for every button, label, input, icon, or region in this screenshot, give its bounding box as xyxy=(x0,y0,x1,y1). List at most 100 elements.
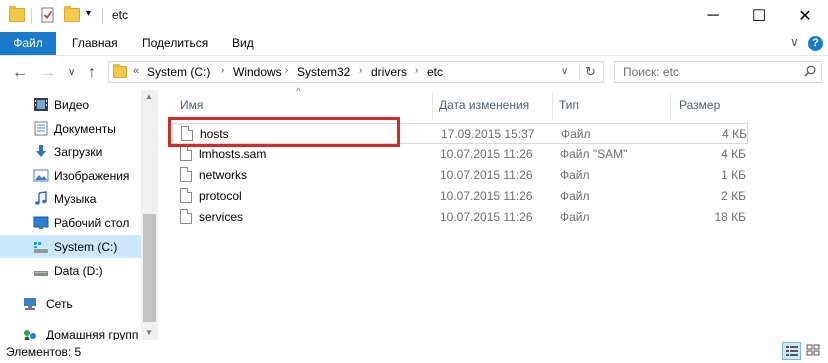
separator xyxy=(102,8,103,24)
documents-icon xyxy=(33,121,49,136)
sort-ascending-icon: ^ xyxy=(296,87,301,98)
file-row-lmhosts[interactable]: lmhosts.sam 10.07.2015 11:26 Файл "SAM" … xyxy=(172,144,748,165)
sidebar-item-label: Data (D:) xyxy=(54,264,103,278)
refresh-button[interactable]: ↻ xyxy=(585,64,596,80)
status-bar: Элементов: 5 xyxy=(0,340,828,363)
window-title: etc xyxy=(112,8,129,22)
file-name: protocol xyxy=(199,189,242,203)
homegroup-icon xyxy=(22,327,38,340)
navigation-bar: ← → ∨ ↑ « System (C:) › Windows › System… xyxy=(0,56,828,90)
file-date: 10.07.2015 11:26 xyxy=(440,189,533,203)
file-date: 10.07.2015 11:26 xyxy=(440,147,533,161)
folder-icon xyxy=(113,64,127,78)
tab-home[interactable]: Главная xyxy=(72,32,118,55)
new-folder-icon[interactable] xyxy=(64,6,80,22)
sidebar-item-pictures[interactable]: Изображения xyxy=(0,164,141,187)
search-icon[interactable] xyxy=(804,65,816,77)
breadcrumb-system-c[interactable]: System (C:) xyxy=(147,65,210,79)
navigation-pane: Видео Документы Загрузки Изображения Муз… xyxy=(0,90,158,340)
sidebar-item-data-d[interactable]: Data (D:) xyxy=(0,259,141,282)
column-header-name[interactable]: Имя xyxy=(180,98,203,112)
sidebar-item-label: Видео xyxy=(54,98,90,112)
folder-icon xyxy=(9,6,25,22)
file-date: 10.07.2015 11:26 xyxy=(440,210,533,224)
sidebar-item-label: Изображения xyxy=(54,169,130,183)
sidebar-item-label: Рабочий стол xyxy=(54,216,130,230)
sidebar-scrollbar[interactable]: ▲ ▼ xyxy=(141,90,158,340)
sidebar-item-downloads[interactable]: Загрузки xyxy=(0,140,141,163)
scrollbar-thumb[interactable] xyxy=(143,214,156,322)
address-history-dropdown[interactable]: ∨ xyxy=(561,66,568,77)
up-button[interactable]: ↑ xyxy=(88,64,96,82)
scroll-up-icon[interactable]: ▲ xyxy=(145,92,153,101)
title-bar: ▾ etc ─ ☐ ✕ xyxy=(0,0,828,32)
scroll-down-icon[interactable]: ▼ xyxy=(145,328,153,337)
sidebar-item-label: Загрузки xyxy=(54,145,103,159)
sidebar-item-label: Сеть xyxy=(46,297,73,311)
column-separator[interactable] xyxy=(670,93,671,119)
file-date: 17.09.2015 15:37 xyxy=(441,127,535,141)
forward-button[interactable]: → xyxy=(40,64,56,82)
file-name: services xyxy=(199,210,244,224)
sidebar-item-music[interactable]: Музыка xyxy=(0,187,141,210)
file-size: 2 КБ xyxy=(721,189,746,203)
column-separator[interactable] xyxy=(432,93,433,119)
drive-icon xyxy=(33,239,49,254)
pictures-icon xyxy=(33,168,49,183)
sidebar-item-documents[interactable]: Документы xyxy=(0,117,141,140)
properties-icon[interactable] xyxy=(40,7,56,23)
breadcrumb-system32[interactable]: System32 xyxy=(297,65,350,79)
file-name: networks xyxy=(199,168,248,182)
sidebar-item-system-c[interactable]: System (C:) xyxy=(0,235,141,258)
close-button[interactable]: ✕ xyxy=(782,0,828,32)
sidebar-item-network[interactable]: Сеть xyxy=(0,292,141,315)
expand-ribbon-icon[interactable]: ∨ xyxy=(790,35,799,49)
column-header-type[interactable]: Тип xyxy=(559,98,579,112)
large-icons-view-button[interactable] xyxy=(804,342,823,360)
breadcrumb-overflow[interactable]: « xyxy=(133,65,139,77)
search-input[interactable] xyxy=(615,62,803,82)
back-button[interactable]: ← xyxy=(12,64,28,82)
separator xyxy=(579,63,580,81)
breadcrumb-etc[interactable]: etc xyxy=(427,65,443,79)
address-bar[interactable]: « System (C:) › Windows › System32 › dri… xyxy=(108,61,604,83)
file-size: 1 КБ xyxy=(721,168,746,182)
file-type: Файл xyxy=(560,168,590,182)
column-header-size[interactable]: Размер xyxy=(679,98,720,112)
sidebar-item-homegroup[interactable]: Домашняя групп xyxy=(0,323,141,340)
file-icon xyxy=(180,188,192,203)
tab-share[interactable]: Поделиться xyxy=(142,32,208,55)
column-header-date[interactable]: Дата изменения xyxy=(439,98,529,112)
breadcrumb-separator: › xyxy=(415,65,419,76)
maximize-button[interactable]: ☐ xyxy=(736,0,782,32)
tab-view[interactable]: Вид xyxy=(232,32,254,55)
details-view-button[interactable] xyxy=(782,342,801,360)
ribbon-tabs: Файл Главная Поделиться Вид ∨ ? xyxy=(0,32,828,56)
recent-locations-button[interactable]: ∨ xyxy=(68,67,75,78)
help-button[interactable]: ? xyxy=(808,36,823,51)
file-row-protocol[interactable]: protocol 10.07.2015 11:26 Файл 2 КБ xyxy=(172,186,748,207)
search-box[interactable] xyxy=(614,61,822,83)
column-separator[interactable] xyxy=(552,93,553,119)
file-row-networks[interactable]: networks 10.07.2015 11:26 Файл 1 КБ xyxy=(172,165,748,186)
sidebar-item-desktop[interactable]: Рабочий стол xyxy=(0,211,141,234)
tab-file[interactable]: Файл xyxy=(0,32,56,55)
desktop-icon xyxy=(33,215,49,230)
quick-access-dropdown-icon[interactable]: ▾ xyxy=(86,8,91,19)
breadcrumb-drivers[interactable]: drivers xyxy=(371,65,407,79)
file-size: 18 КБ xyxy=(714,210,746,224)
sidebar-item-video[interactable]: Видео xyxy=(0,93,141,116)
sidebar-item-label: Документы xyxy=(54,122,116,136)
music-icon xyxy=(33,191,49,206)
file-row-services[interactable]: services 10.07.2015 11:26 Файл 18 КБ xyxy=(172,207,748,228)
file-type: Файл "SAM" xyxy=(560,147,628,161)
breadcrumb-separator: › xyxy=(359,65,363,76)
separator xyxy=(31,8,32,24)
breadcrumb-windows[interactable]: Windows xyxy=(233,65,282,79)
video-icon xyxy=(33,97,49,112)
file-type: Файл xyxy=(560,210,590,224)
network-icon xyxy=(22,296,38,311)
minimize-button[interactable]: ─ xyxy=(690,0,736,32)
sidebar-item-label: Домашняя групп xyxy=(46,328,139,340)
file-type: Файл xyxy=(561,127,591,141)
